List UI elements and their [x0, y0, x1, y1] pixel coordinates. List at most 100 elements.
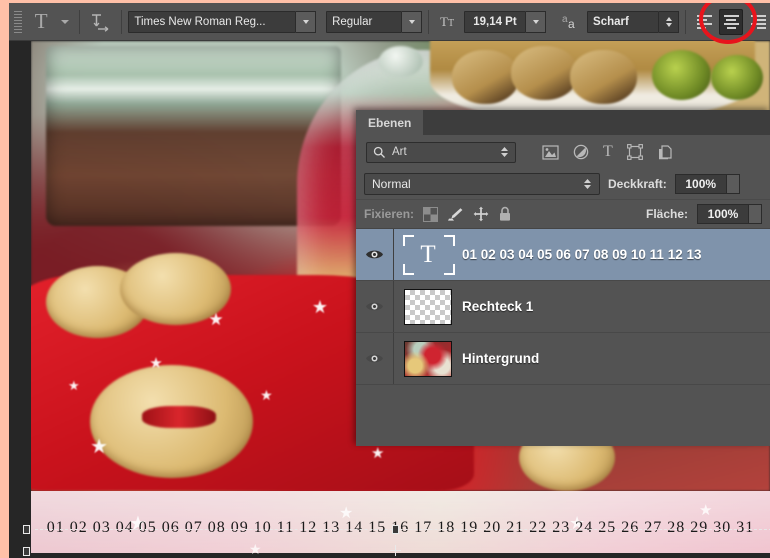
- pistachio-sweet: [710, 54, 763, 100]
- layer-row-type[interactable]: T 01 02 03 04 05 06 07 08 09 10 11 12 13: [356, 229, 770, 281]
- align-center-icon[interactable]: [719, 8, 744, 35]
- fill-value[interactable]: 100%: [697, 204, 749, 224]
- blend-mode-select[interactable]: Normal: [364, 173, 600, 195]
- layer-filter-kind-select[interactable]: Art: [366, 141, 516, 163]
- opacity-value[interactable]: 100%: [674, 174, 727, 194]
- page-border-top: [0, 0, 770, 3]
- layer-row-shape[interactable]: Rechteck 1: [356, 281, 770, 333]
- shape-layer-icon[interactable]: [626, 144, 643, 160]
- lock-transparency-icon[interactable]: [423, 206, 439, 222]
- transform-handle[interactable]: [23, 547, 30, 556]
- layer-name[interactable]: Rechteck 1: [462, 299, 533, 314]
- layer-name[interactable]: Hintergrund: [462, 351, 539, 366]
- stepper-arrows-icon: [583, 177, 592, 191]
- star-motif: ★: [208, 310, 224, 329]
- layer-filter-icons: T: [542, 144, 673, 160]
- layer-name[interactable]: 01 02 03 04 05 06 07 08 09 10 11 12 13: [462, 247, 701, 262]
- font-family-value[interactable]: Times New Roman Reg...: [128, 10, 297, 33]
- cloche-knob: [378, 45, 423, 77]
- toolbar-grip-handle[interactable]: [11, 7, 25, 37]
- svg-text:T: T: [448, 18, 454, 29]
- eye-icon: [366, 354, 383, 363]
- layer-thumbnail-cell[interactable]: [394, 333, 462, 384]
- transform-handle[interactable]: [23, 525, 30, 534]
- layer-row-background[interactable]: Hintergrund: [356, 333, 770, 385]
- photoshop-window: ★ ★ ★ ★ ★ ★ ★ ★ ★ ★ ★ ★ ★ 01 02 03 04 05…: [0, 0, 770, 558]
- anti-alias-value[interactable]: Scharf: [587, 10, 660, 33]
- layers-list: T 01 02 03 04 05 06 07 08 09 10 11 12 13…: [356, 229, 770, 431]
- jam-filling: [141, 405, 216, 428]
- layer-filter-row: Art T: [356, 135, 770, 169]
- font-size-value[interactable]: 19,14 Pt: [464, 10, 527, 33]
- layer-thumbnail-cell[interactable]: T: [394, 229, 462, 280]
- star-motif: ★: [311, 296, 328, 317]
- fill-label: Fläche:: [645, 207, 688, 221]
- star-motif: ★: [90, 436, 109, 458]
- thumbnail-selection-bracket: [403, 235, 455, 275]
- eye-icon: [366, 250, 383, 259]
- svg-text:T: T: [440, 14, 448, 29]
- font-style-chevron-down-icon[interactable]: [402, 10, 423, 33]
- lock-image-icon[interactable]: [447, 207, 464, 222]
- stepper-arrows-icon: [500, 145, 509, 159]
- layer-filter-kind-label: Art: [392, 146, 407, 158]
- toolbar-separator: [121, 9, 123, 34]
- layer-visibility-toggle[interactable]: [356, 333, 394, 384]
- shape-layer-thumbnail: [404, 288, 452, 325]
- fill-stepper[interactable]: [749, 204, 762, 224]
- toolbar-separator: [428, 9, 430, 34]
- options-toolbar: T Times New Roman Reg... Regular TT 19,1…: [9, 0, 770, 44]
- smart-object-icon[interactable]: [657, 144, 673, 160]
- panel-tab-bar: Ebenen: [356, 110, 770, 135]
- text-orientation-icon[interactable]: [86, 8, 115, 36]
- search-icon: [373, 146, 386, 159]
- anti-alias-select[interactable]: Scharf: [587, 10, 680, 33]
- layers-list-empty-area: [356, 385, 770, 431]
- page-border-left: [0, 0, 9, 558]
- blend-mode-row: Normal Deckkraft: 100%: [356, 169, 770, 199]
- lock-row: Fixieren: Fläche: 100%: [356, 199, 770, 229]
- type-layer-icon[interactable]: T: [603, 144, 613, 160]
- font-family-select[interactable]: Times New Roman Reg...: [128, 10, 317, 33]
- transform-handle[interactable]: [392, 525, 399, 534]
- toolbar-separator: [79, 9, 81, 34]
- layer-visibility-toggle[interactable]: [356, 229, 394, 280]
- pixel-layer-icon[interactable]: [542, 144, 559, 160]
- text-center-marker: [390, 545, 401, 556]
- opacity-stepper[interactable]: [726, 174, 740, 194]
- align-left-icon[interactable]: [692, 9, 716, 35]
- fill-control[interactable]: 100%: [697, 204, 762, 224]
- background-layer-thumbnail: [404, 340, 452, 377]
- lock-label: Fixieren:: [364, 207, 415, 221]
- star-motif: ★: [149, 355, 163, 372]
- align-right-icon[interactable]: [746, 9, 770, 35]
- star-motif: ★: [370, 445, 385, 462]
- font-size-chevron-down-icon[interactable]: [526, 10, 547, 33]
- tab-bar-empty: [424, 110, 770, 135]
- opacity-control[interactable]: 100%: [674, 174, 740, 194]
- font-style-value[interactable]: Regular: [326, 10, 403, 33]
- layer-thumbnail-cell[interactable]: [394, 281, 462, 332]
- paragraph-alignment-group: [692, 8, 770, 35]
- font-style-select[interactable]: Regular: [326, 10, 423, 33]
- lock-all-icon[interactable]: [498, 206, 512, 222]
- opacity-label: Deckkraft:: [608, 177, 667, 191]
- chocolate-pastry: [511, 45, 578, 100]
- font-family-chevron-down-icon[interactable]: [296, 10, 317, 33]
- layer-visibility-toggle[interactable]: [356, 281, 394, 332]
- tab-ebenen[interactable]: Ebenen: [356, 110, 425, 135]
- lock-position-icon[interactable]: [473, 206, 489, 222]
- star-motif: ★: [249, 541, 262, 557]
- anti-alias-stepper-icon[interactable]: [659, 10, 680, 33]
- font-size-field[interactable]: 19,14 Pt: [464, 10, 547, 33]
- layers-panel: Ebenen Art T Normal Deckkraft: 100% Fixi…: [356, 110, 770, 446]
- toolbar-separator: [685, 9, 687, 34]
- font-size-icon: TT: [435, 8, 464, 36]
- chocolate-pastry: [570, 50, 637, 104]
- adjustment-layer-icon[interactable]: [573, 144, 589, 160]
- text-bounding-box-top: [35, 529, 770, 530]
- type-layer-ruler-text: 01 02 03 04 05 06 07 08 09 10 11 12 13 1…: [46, 519, 755, 536]
- tool-preset-chevron-down-icon[interactable]: [58, 8, 74, 36]
- type-tool-icon[interactable]: T: [25, 8, 58, 36]
- anti-alias-icon: aa: [558, 8, 587, 36]
